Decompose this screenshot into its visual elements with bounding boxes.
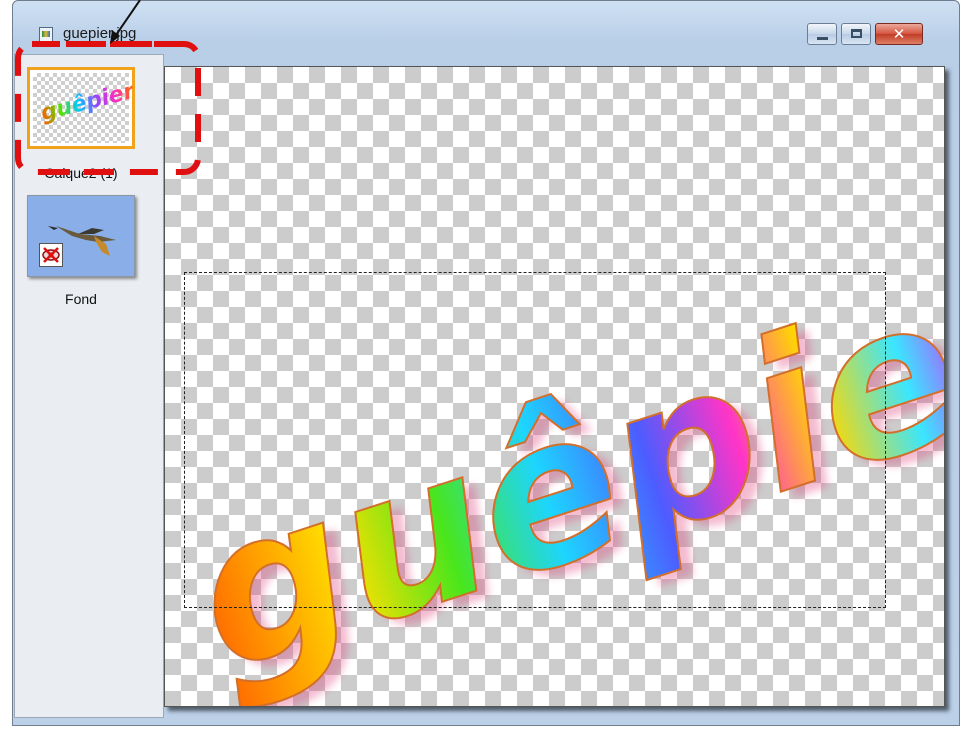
minimize-icon	[817, 37, 828, 40]
layer-label-calque2[interactable]: Calque2 (1)	[27, 165, 135, 181]
minimize-button[interactable]	[807, 23, 837, 45]
image-file-icon	[39, 27, 53, 43]
window-title: guepier.jpg	[63, 25, 137, 42]
close-icon: ✕	[892, 25, 906, 43]
maximize-icon	[851, 29, 862, 38]
maximize-button[interactable]	[841, 23, 871, 45]
title-bar[interactable]: guepier.jpg ✕	[13, 1, 959, 45]
layer-label-fond[interactable]: Fond	[27, 291, 135, 307]
selection-marquee[interactable]	[184, 272, 886, 608]
close-button[interactable]: ✕	[875, 23, 923, 45]
layers-panel: guêpier Calque2 (1) Fond	[14, 54, 164, 718]
layer-thumbnail-calque2[interactable]: guêpier	[27, 67, 137, 149]
layer-hidden-icon[interactable]	[39, 243, 63, 267]
